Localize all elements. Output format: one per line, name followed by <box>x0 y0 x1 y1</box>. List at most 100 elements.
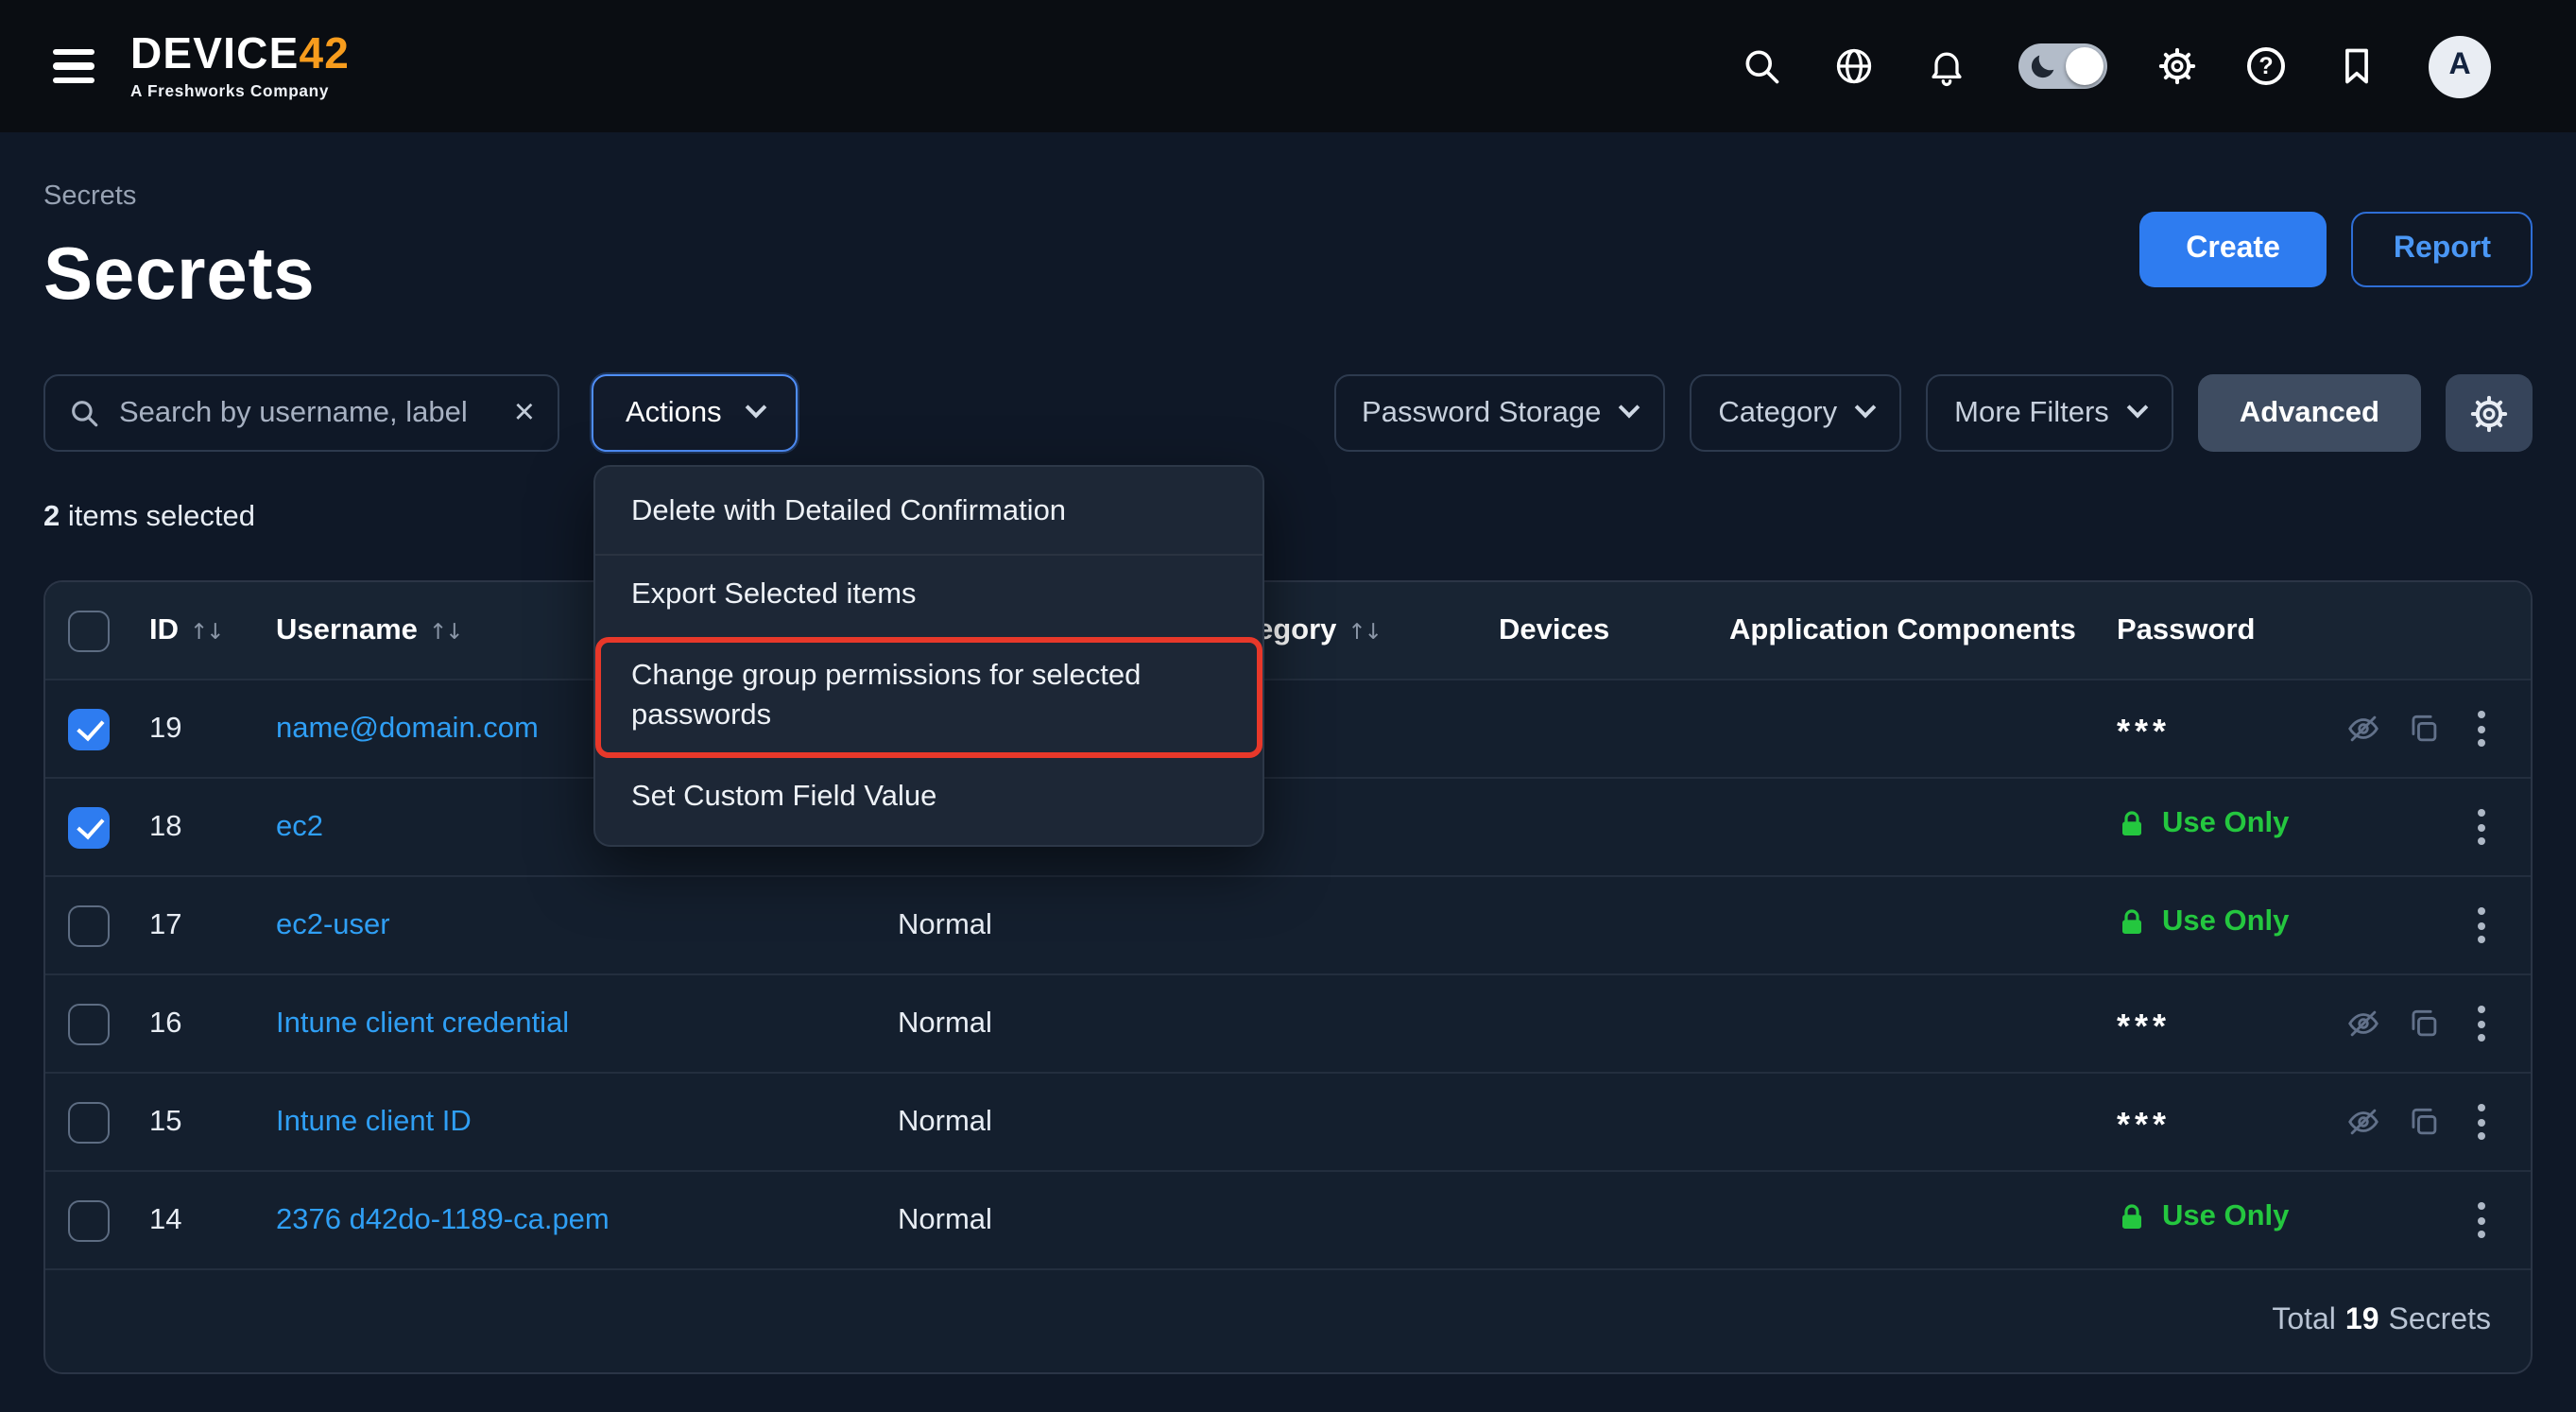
password-masked: *** <box>2117 1007 2171 1043</box>
row-checkbox[interactable] <box>67 1003 109 1044</box>
actions-label: Actions <box>626 396 722 430</box>
cell-id: 15 <box>130 1105 257 1139</box>
cell-col4: Normal <box>879 1105 1191 1139</box>
eye-off-icon[interactable] <box>2345 1104 2381 1140</box>
row-menu-button[interactable] <box>2466 1196 2497 1246</box>
copy-icon[interactable] <box>2406 1006 2442 1042</box>
row-checkbox[interactable] <box>67 806 109 848</box>
row-checkbox[interactable] <box>67 1101 109 1143</box>
eye-off-icon[interactable] <box>2345 1006 2381 1042</box>
brand-tagline: A Freshworks Company <box>130 81 350 100</box>
password-use-only: Use Only <box>2117 806 2289 840</box>
selection-status: 2 items selected <box>43 501 2533 535</box>
menu-item[interactable]: Delete with Detailed Confirmation <box>595 473 1262 554</box>
clear-search-icon[interactable]: × <box>514 395 535 431</box>
chevron-down-icon <box>745 397 766 419</box>
cell-id: 14 <box>130 1203 257 1237</box>
table-row: 19 name@domain.com *** <box>45 680 2531 779</box>
menu-item[interactable]: Set Custom Field Value <box>595 757 1262 838</box>
row-checkbox[interactable] <box>67 1199 109 1241</box>
sort-icon: ↑↓ <box>429 617 462 644</box>
lock-icon <box>2117 906 2147 937</box>
notifications-icon[interactable] <box>1926 45 1967 87</box>
table-settings-button[interactable] <box>2446 374 2533 452</box>
brand-logo[interactable]: DEVICE42 A Freshworks Company <box>130 32 350 100</box>
table-row: 17 ec2-user Normal Use Only <box>45 877 2531 975</box>
copy-icon[interactable] <box>2406 711 2442 747</box>
topbar: DEVICE42 A Freshworks Company ? A <box>0 0 2576 132</box>
app-root: DEVICE42 A Freshworks Company ? A Secret… <box>0 0 2576 1412</box>
row-menu-button[interactable] <box>2466 802 2497 852</box>
sort-icon: ↑↓ <box>1348 617 1381 644</box>
total-count: 19 <box>2345 1304 2379 1338</box>
cell-id: 17 <box>130 908 257 942</box>
toggle-knob <box>2066 47 2104 85</box>
cell-username-link[interactable]: Intune client credential <box>257 1007 654 1041</box>
password-use-only: Use Only <box>2117 1199 2289 1233</box>
theme-toggle[interactable] <box>2018 43 2107 89</box>
search-icon[interactable] <box>1741 45 1782 87</box>
table-row: 16 Intune client credential Normal *** <box>45 975 2531 1074</box>
row-menu-button[interactable] <box>2466 901 2497 951</box>
menu-item[interactable]: Change group permissions for selected pa… <box>595 637 1262 758</box>
search-icon <box>68 397 100 429</box>
actions-dropdown-button[interactable]: Actions <box>592 374 798 452</box>
hamburger-menu-button[interactable] <box>49 41 98 91</box>
gear-icon <box>2470 394 2508 432</box>
more-filters-dropdown[interactable]: More Filters <box>1926 374 2173 452</box>
search-box[interactable]: × <box>43 374 559 452</box>
cell-username-link[interactable]: ec2-user <box>257 908 654 942</box>
advanced-button[interactable]: Advanced <box>2198 374 2421 452</box>
selection-label: items selected <box>68 501 255 533</box>
table-body: 19 name@domain.com *** 18 ec2 Amazon Bur… <box>45 680 2531 1270</box>
table-header-row: ID↑↓ Username↑↓ Category↑↓ Devices Appli… <box>45 582 2531 680</box>
category-filter[interactable]: Category <box>1690 374 1901 452</box>
eye-off-icon[interactable] <box>2345 711 2381 747</box>
more-filters-label: More Filters <box>1954 396 2109 430</box>
row-checkbox[interactable] <box>67 708 109 749</box>
secrets-table: ID↑↓ Username↑↓ Category↑↓ Devices Appli… <box>43 580 2533 1374</box>
bookmark-icon[interactable] <box>2336 45 2378 87</box>
chevron-down-icon <box>1619 397 1640 419</box>
settings-icon[interactable] <box>2158 47 2196 85</box>
breadcrumb: Secrets <box>43 181 316 212</box>
create-button[interactable]: Create <box>2138 212 2327 287</box>
brand-main: DEVICE <box>130 28 299 77</box>
header-application-components: Application Components <box>1710 613 2098 647</box>
row-menu-button[interactable] <box>2466 704 2497 754</box>
sort-icon: ↑↓ <box>190 617 223 644</box>
selection-count: 2 <box>43 501 60 533</box>
password-action-icons <box>2345 1006 2442 1042</box>
password-storage-filter[interactable]: Password Storage <box>1333 374 1665 452</box>
select-all-checkbox[interactable] <box>67 610 109 651</box>
lock-icon <box>2117 808 2147 838</box>
total-suffix: Secrets <box>2389 1304 2492 1338</box>
cell-id: 18 <box>130 810 257 844</box>
cell-username-link[interactable]: Intune client ID <box>257 1105 654 1139</box>
copy-icon[interactable] <box>2406 1104 2442 1140</box>
use-only-label: Use Only <box>2162 1199 2289 1233</box>
header-id[interactable]: ID↑↓ <box>130 613 257 647</box>
row-menu-button[interactable] <box>2466 999 2497 1049</box>
cell-id: 19 <box>130 712 257 746</box>
globe-icon[interactable] <box>1833 45 1875 87</box>
row-menu-button[interactable] <box>2466 1097 2497 1147</box>
avatar[interactable]: A <box>2429 35 2491 97</box>
help-icon[interactable]: ? <box>2247 47 2285 85</box>
cell-col4: Normal <box>879 1203 1191 1237</box>
search-input[interactable] <box>119 396 495 430</box>
moon-icon <box>2028 51 2058 81</box>
row-checkbox[interactable] <box>67 904 109 946</box>
table-row: 14 2376 d42do-1189-ca.pem Normal Use Onl… <box>45 1172 2531 1270</box>
filter-row: × Actions Password Storage Category More… <box>43 374 2533 452</box>
cell-username-link[interactable]: 2376 d42do-1189-ca.pem <box>257 1203 654 1237</box>
header-devices: Devices <box>1480 613 1710 647</box>
cell-col4: Normal <box>879 1007 1191 1041</box>
category-filter-label: Category <box>1718 396 1837 430</box>
password-action-icons <box>2345 711 2442 747</box>
password-use-only: Use Only <box>2117 904 2289 938</box>
menu-item[interactable]: Export Selected items <box>595 554 1262 637</box>
password-masked: *** <box>2117 713 2171 749</box>
password-action-icons <box>2345 1104 2442 1140</box>
report-button[interactable]: Report <box>2352 212 2533 287</box>
